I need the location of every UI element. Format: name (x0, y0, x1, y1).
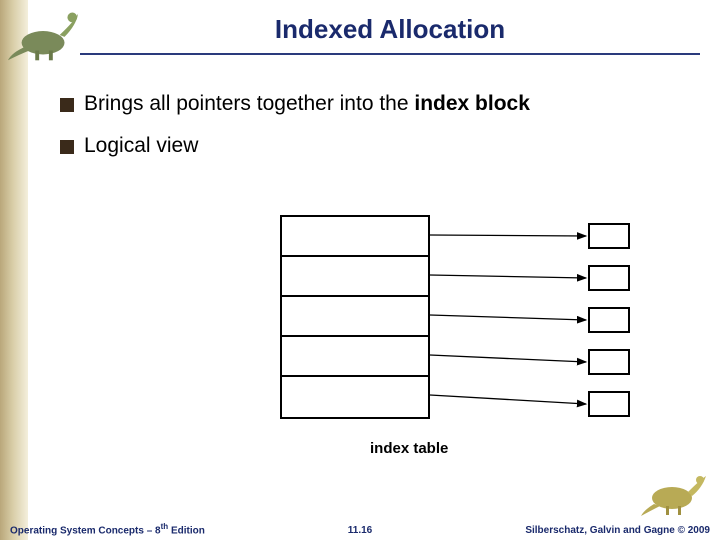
sidebar-gradient (0, 0, 28, 540)
dinosaur-bottom-icon (640, 470, 710, 518)
bullet-text-bold: index block (414, 92, 530, 115)
index-row (282, 377, 428, 417)
title-underline (80, 53, 700, 55)
index-diagram (280, 215, 630, 425)
data-block (588, 223, 630, 249)
bullet-square-icon (60, 98, 74, 112)
content-area: Brings all pointers together into the in… (60, 92, 690, 176)
data-block (588, 265, 630, 291)
index-table-box (280, 215, 430, 419)
data-block (588, 307, 630, 333)
footer: Operating System Concepts – 8th Edition … (0, 518, 720, 536)
dinosaur-top-icon (6, 2, 84, 64)
bullet-item: Brings all pointers together into the in… (60, 92, 690, 116)
page-title: Indexed Allocation (80, 14, 700, 51)
index-row (282, 257, 428, 297)
bullet-text: Logical view (84, 134, 198, 158)
index-row (282, 297, 428, 337)
bullet-square-icon (60, 140, 74, 154)
bullet-text-pre: Brings all pointers together into the (84, 92, 414, 115)
bullet-text-pre: Logical view (84, 134, 198, 157)
index-row (282, 337, 428, 377)
title-area: Indexed Allocation (80, 14, 700, 55)
index-row (282, 217, 428, 257)
bullet-text: Brings all pointers together into the in… (84, 92, 530, 116)
data-block (588, 349, 630, 375)
footer-copyright: Silberschatz, Galvin and Gagne © 2009 (525, 525, 710, 536)
index-table-caption: index table (370, 440, 448, 457)
bullet-item: Logical view (60, 134, 690, 158)
data-block (588, 391, 630, 417)
